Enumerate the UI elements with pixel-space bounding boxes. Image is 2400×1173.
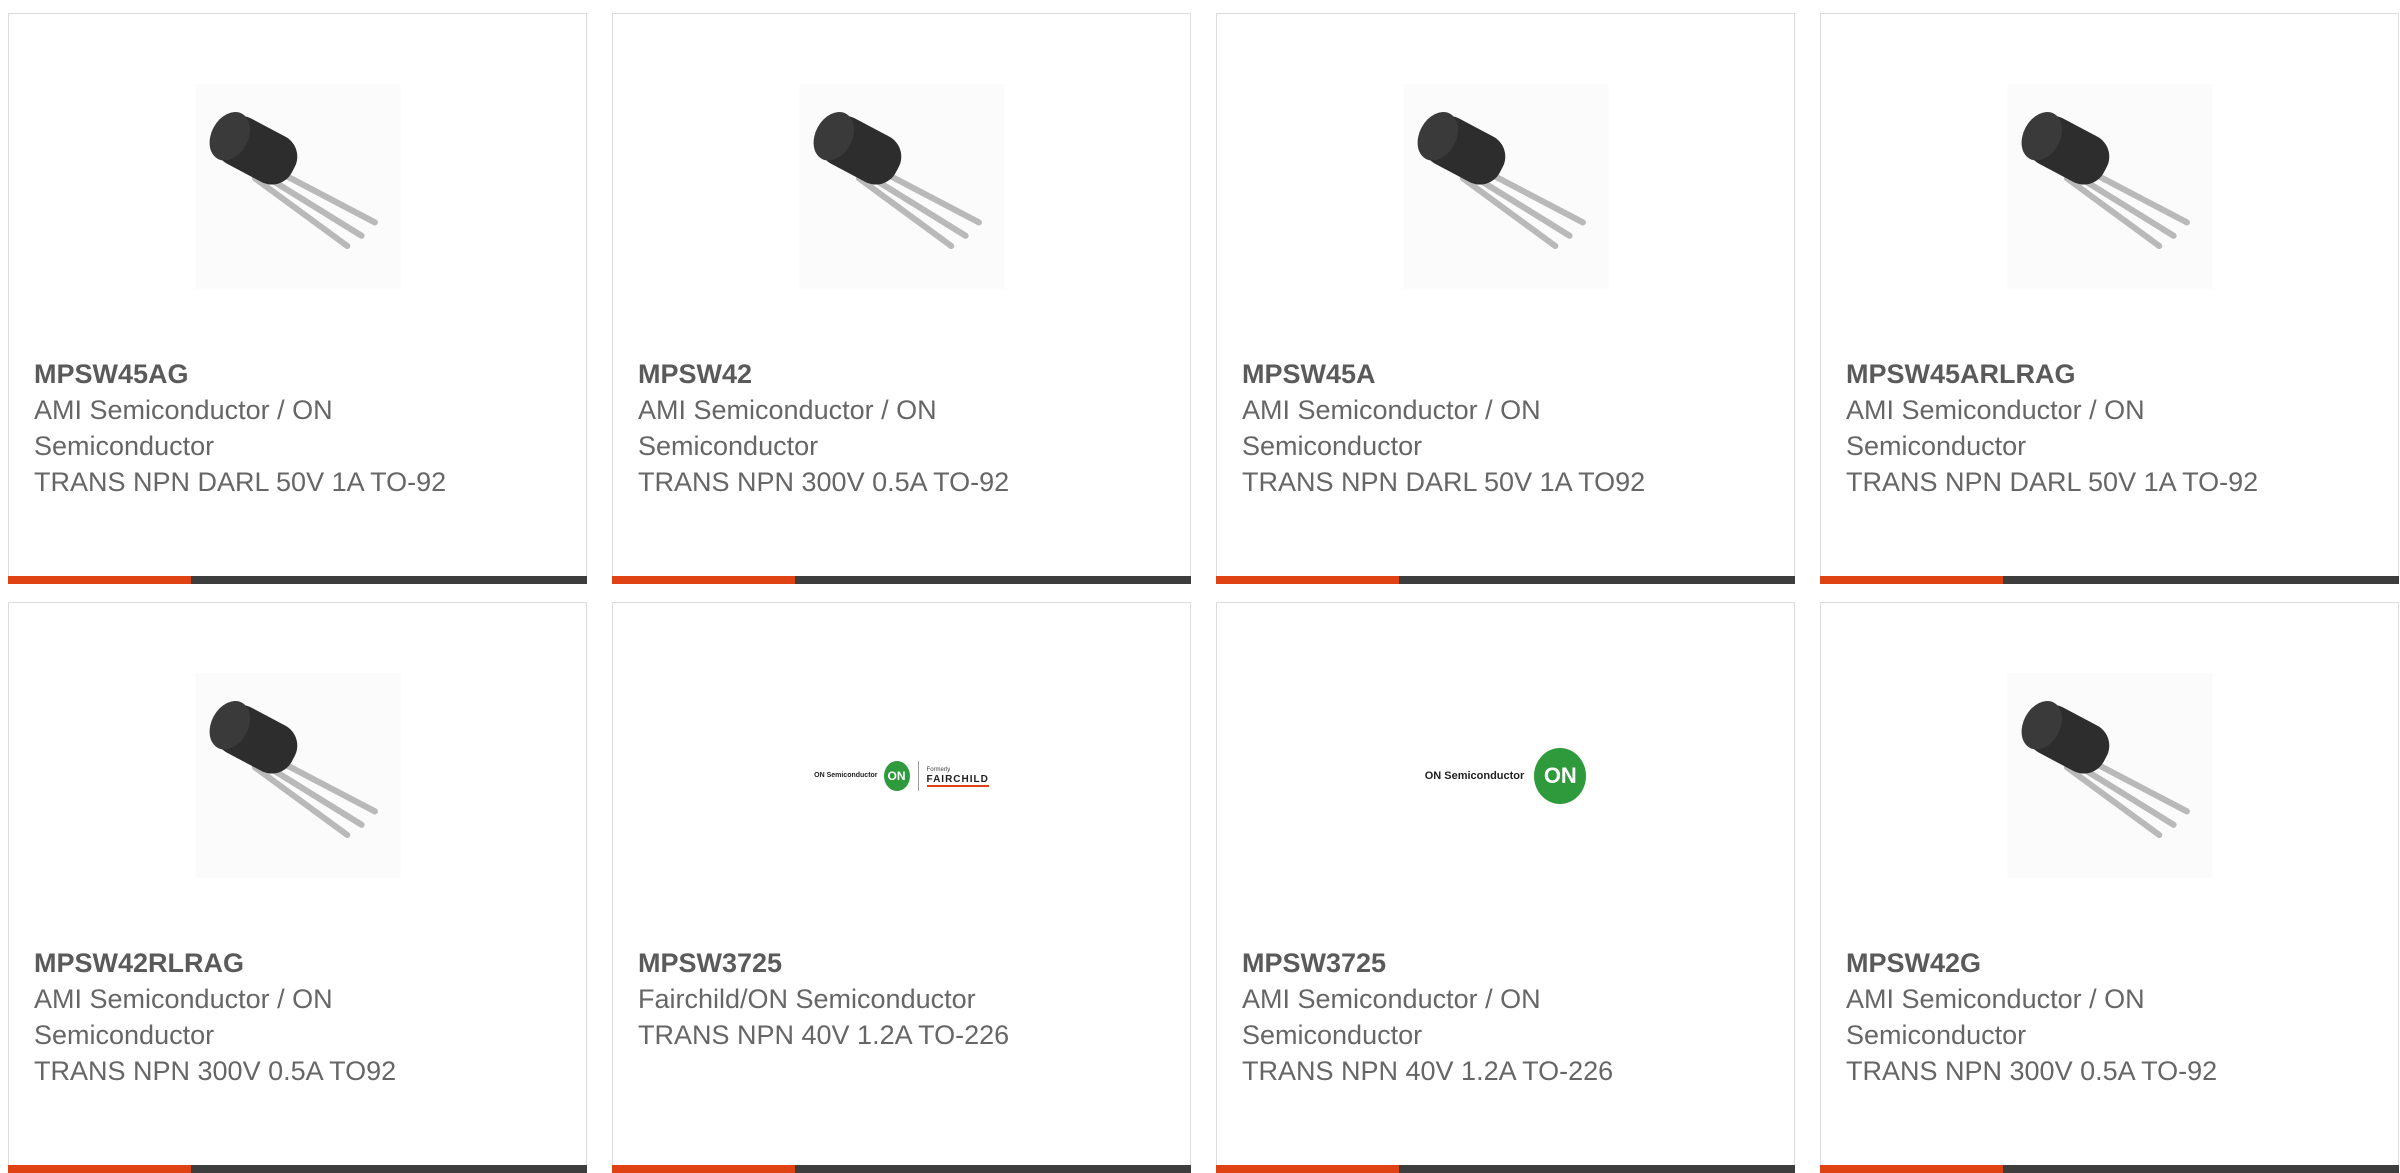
product-card[interactable]: MPSW45A AMI Semiconductor / ON Semicondu… [1216, 13, 1795, 584]
part-number[interactable]: MPSW42 [638, 356, 1058, 392]
manufacturer: AMI Semiconductor / ON Semiconductor [638, 395, 937, 461]
product-info: MPSW45AG AMI Semiconductor / ON Semicond… [34, 356, 454, 500]
product-card[interactable]: MPSW45AG AMI Semiconductor / ON Semicond… [8, 13, 587, 584]
product-info: MPSW3725 AMI Semiconductor / ON Semicond… [1242, 945, 1662, 1089]
on-badge-text: ON [887, 768, 906, 783]
part-number[interactable]: MPSW45ARLRAG [1846, 356, 2266, 392]
fairchild-text: FAIRCHILD [926, 773, 989, 787]
manufacturer: AMI Semiconductor / ON Semiconductor [34, 395, 333, 461]
card-footer-bar [612, 1165, 1191, 1173]
product-card[interactable]: ON Semiconductor ON Formerly FAIRCHILD M… [612, 602, 1191, 1173]
accent-bar [8, 576, 191, 584]
accent-bar [1820, 576, 2003, 584]
manufacturer: AMI Semiconductor / ON Semiconductor [1242, 984, 1541, 1050]
on-badge-text: ON [1543, 762, 1577, 788]
description: TRANS NPN DARL 50V 1A TO-92 [34, 467, 447, 497]
accent-bar [612, 576, 795, 584]
product-info: MPSW42RLRAG AMI Semiconductor / ON Semic… [34, 945, 454, 1089]
card-footer-bar [1820, 576, 2399, 584]
description: TRANS NPN 40V 1.2A TO-226 [638, 1020, 1010, 1050]
on-badge-icon: ON [883, 760, 910, 791]
divider [917, 760, 919, 791]
product-grid: MPSW45AG AMI Semiconductor / ON Semicond… [8, 13, 2399, 1173]
manufacturer: AMI Semiconductor / ON Semiconductor [1846, 984, 2145, 1050]
fairchild-on-logo: ON Semiconductor ON Formerly FAIRCHILD [792, 673, 1012, 878]
product-card[interactable]: MPSW42 AMI Semiconductor / ON Semiconduc… [612, 13, 1191, 584]
card-footer-bar [612, 576, 1191, 584]
accent-bar [1216, 576, 1399, 584]
transistor-image [1403, 84, 1608, 289]
fairchild-mark: Formerly FAIRCHILD [926, 765, 989, 787]
product-info: MPSW42G AMI Semiconductor / ON Semicondu… [1846, 945, 2266, 1089]
product-card[interactable]: ON Semiconductor ON MPSW3725 AMI Semicon… [1216, 602, 1795, 1173]
description: TRANS NPN 300V 0.5A TO92 [34, 1056, 397, 1086]
product-info: MPSW45A AMI Semiconductor / ON Semicondu… [1242, 356, 1662, 500]
card-footer-bar [1216, 1165, 1795, 1173]
description: TRANS NPN DARL 50V 1A TO92 [1242, 467, 1646, 497]
manufacturer: AMI Semiconductor / ON Semiconductor [34, 984, 333, 1050]
card-footer-bar [1216, 576, 1795, 584]
accent-bar [1820, 1165, 2003, 1173]
part-number[interactable]: MPSW45AG [34, 356, 454, 392]
part-number[interactable]: MPSW45A [1242, 356, 1662, 392]
description: TRANS NPN 40V 1.2A TO-226 [1242, 1056, 1614, 1086]
accent-bar [1216, 1165, 1399, 1173]
transistor-image [799, 84, 1004, 289]
accent-bar [8, 1165, 191, 1173]
transistor-image [2007, 673, 2212, 878]
product-info: MPSW42 AMI Semiconductor / ON Semiconduc… [638, 356, 1058, 500]
card-footer-bar [8, 1165, 587, 1173]
transistor-image [195, 84, 400, 289]
product-card[interactable]: MPSW45ARLRAG AMI Semiconductor / ON Semi… [1820, 13, 2399, 584]
product-info: MPSW3725 Fairchild/ON Semiconductor TRAN… [638, 945, 1058, 1053]
product-card[interactable]: MPSW42G AMI Semiconductor / ON Semicondu… [1820, 602, 2399, 1173]
card-footer-bar [8, 576, 587, 584]
manufacturer: AMI Semiconductor / ON Semiconductor [1242, 395, 1541, 461]
product-info: MPSW45ARLRAG AMI Semiconductor / ON Semi… [1846, 356, 2266, 500]
manufacturer: AMI Semiconductor / ON Semiconductor [1846, 395, 2145, 461]
on-badge-icon: ON [1534, 747, 1587, 804]
part-number[interactable]: MPSW3725 [1242, 945, 1662, 981]
transistor-image [195, 673, 400, 878]
part-number[interactable]: MPSW42G [1846, 945, 2266, 981]
part-number[interactable]: MPSW3725 [638, 945, 1058, 981]
product-card[interactable]: MPSW42RLRAG AMI Semiconductor / ON Semic… [8, 602, 587, 1173]
accent-bar [612, 1165, 795, 1173]
formerly-text: Formerly [926, 766, 951, 773]
manufacturer: Fairchild/ON Semiconductor [638, 984, 976, 1014]
on-semiconductor-logo: ON Semiconductor ON [1396, 673, 1616, 878]
description: TRANS NPN DARL 50V 1A TO-92 [1846, 467, 2259, 497]
description: TRANS NPN 300V 0.5A TO-92 [1846, 1056, 2218, 1086]
transistor-image [2007, 84, 2212, 289]
description: TRANS NPN 300V 0.5A TO-92 [638, 467, 1010, 497]
on-semi-text: ON Semiconductor [1424, 769, 1525, 782]
part-number[interactable]: MPSW42RLRAG [34, 945, 454, 981]
card-footer-bar [1820, 1165, 2399, 1173]
on-semi-text: ON Semiconductor [814, 772, 878, 779]
